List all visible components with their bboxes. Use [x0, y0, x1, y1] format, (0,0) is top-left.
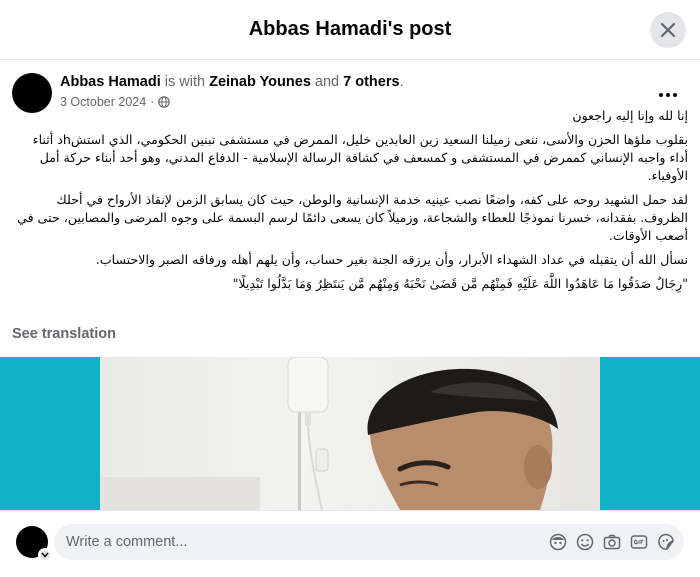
close-button[interactable]: [650, 12, 686, 48]
post-paragraph: لقد حمل الشهيد روحه على كفه، واضعًا نصب …: [17, 192, 688, 243]
post-paragraph: نسأل الله أن يتقبله في عداد الشهداء الأب…: [95, 252, 688, 267]
comment-box[interactable]: [54, 524, 684, 560]
sticker-icon[interactable]: [656, 532, 676, 552]
period-text: .: [399, 74, 404, 90]
author-name-link[interactable]: Abbas Hamadi: [60, 74, 161, 90]
close-icon: [661, 23, 675, 37]
post-paragraph: بقلوب ملؤها الحزن والأسى، ننعى زميلنا ال…: [32, 132, 688, 183]
camera-icon[interactable]: [602, 532, 622, 552]
see-translation-link[interactable]: See translation: [12, 326, 116, 342]
profile-switch-badge[interactable]: [38, 548, 52, 562]
post-text: إنا لله وإنا إليه راجعون بقلوب ملؤها الح…: [12, 107, 688, 299]
current-user-avatar[interactable]: [16, 526, 52, 562]
photo-content: [100, 357, 558, 510]
comment-input[interactable]: [66, 524, 526, 560]
others-link[interactable]: 7 others: [343, 74, 399, 90]
and-text: and: [314, 74, 340, 90]
avatar-sticker-icon[interactable]: [548, 532, 568, 552]
post-quote: "رِجَالٌ صَدَقُوا مَا عَاهَدُوا اللَّهَ …: [232, 276, 688, 291]
author-line: Abbas Hamadi is with Zeinab Younes and 7…: [60, 74, 404, 90]
comment-actions: [548, 532, 676, 552]
more-options-button[interactable]: [650, 81, 686, 109]
with-text: is with: [164, 74, 206, 90]
chevron-down-icon: [41, 552, 49, 558]
emoji-icon[interactable]: [575, 532, 595, 552]
post-dialog: Abbas Hamadi's post Abbas Hamadi is with…: [0, 0, 700, 577]
more-horizontal-icon: [659, 93, 677, 97]
dialog-header: Abbas Hamadi's post: [0, 0, 700, 60]
post-media[interactable]: [0, 357, 700, 510]
post-scroll-area[interactable]: Abbas Hamadi is with Zeinab Younes and 7…: [0, 61, 700, 510]
post-paragraph: إنا لله وإنا إليه راجعون: [572, 108, 688, 123]
dialog-title: Abbas Hamadi's post: [248, 18, 452, 40]
tagged-person-link[interactable]: Zeinab Younes: [209, 74, 311, 90]
post-photo[interactable]: [100, 357, 600, 510]
comment-composer: [0, 510, 700, 577]
gif-icon[interactable]: [629, 532, 649, 552]
